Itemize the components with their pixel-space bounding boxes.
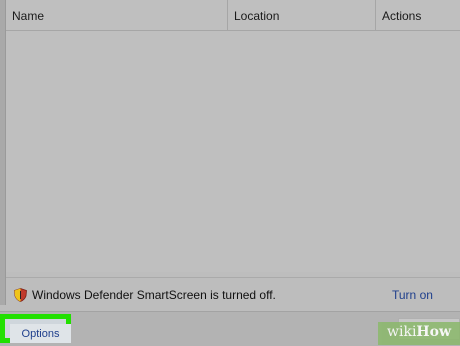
wikihow-watermark: wikiHow [378, 322, 460, 345]
watermark-logo: wikiHow [387, 324, 452, 340]
column-header-actions[interactable]: Actions [376, 0, 460, 30]
table-header: Name Location Actions [6, 0, 460, 31]
items-table: Name Location Actions [6, 0, 460, 272]
smartscreen-status-text: Windows Defender SmartScreen is turned o… [32, 288, 276, 302]
shield-warning-icon [14, 288, 27, 302]
column-header-location[interactable]: Location [228, 0, 376, 30]
column-header-name[interactable]: Name [6, 0, 228, 30]
options-button[interactable]: Options [10, 324, 71, 343]
app-window: Name Location Actions Windows Defender S… [0, 0, 460, 346]
smartscreen-status-bar: Windows Defender SmartScreen is turned o… [6, 277, 460, 312]
turn-on-link[interactable]: Turn on [392, 288, 433, 302]
options-highlight: Options [0, 314, 71, 343]
